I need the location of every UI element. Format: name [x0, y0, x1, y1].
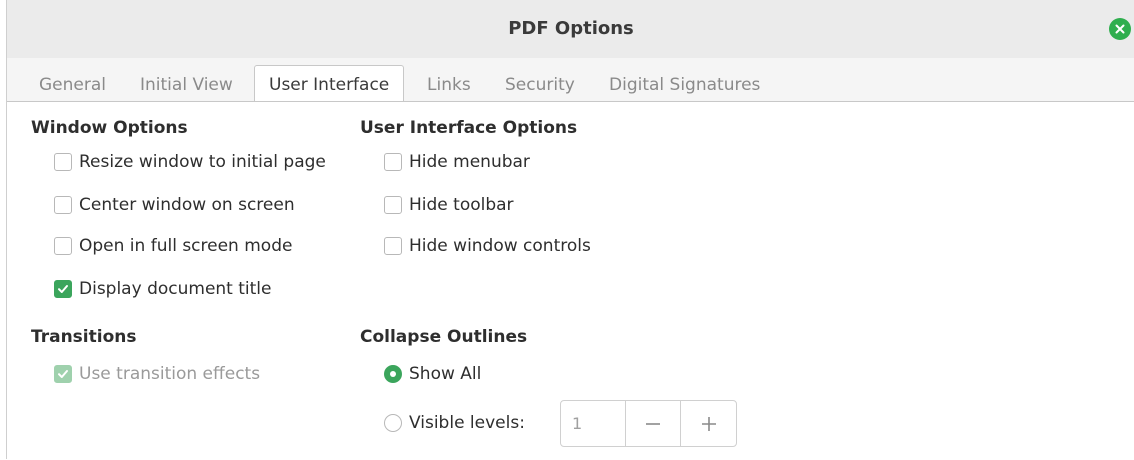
transition-effects-option[interactable]: Use transition effects	[54, 364, 260, 384]
tab-user-interface[interactable]: User Interface	[254, 65, 405, 103]
transitions-heading: Transitions	[31, 327, 137, 347]
center-window-label: Center window on screen	[79, 195, 295, 215]
checkmark-icon	[58, 370, 68, 378]
tab-general[interactable]: General	[37, 66, 108, 102]
close-icon	[1115, 24, 1125, 34]
transition-effects-checkbox[interactable]	[54, 365, 72, 383]
title-bar: PDF Options	[7, 0, 1134, 58]
collapse-outlines-heading: Collapse Outlines	[360, 327, 528, 347]
hide-toolbar-label: Hide toolbar	[409, 195, 514, 215]
hide-window-controls-checkbox[interactable]	[384, 237, 402, 255]
pdf-options-dialog: PDF Options General Initial View User In…	[6, 0, 1134, 460]
resize-window-checkbox[interactable]	[54, 153, 72, 171]
visible-levels-option[interactable]: Visible levels:	[384, 413, 525, 433]
center-window-checkbox[interactable]	[54, 196, 72, 214]
checkmark-icon	[58, 285, 68, 293]
resize-window-label: Resize window to initial page	[79, 152, 326, 172]
display-title-checkbox[interactable]	[54, 280, 72, 298]
show-all-radio[interactable]	[384, 365, 402, 383]
minus-icon	[646, 422, 660, 425]
transition-effects-label: Use transition effects	[79, 364, 261, 384]
visible-levels-radio[interactable]	[384, 414, 402, 432]
radio-dot	[390, 371, 396, 377]
show-all-option[interactable]: Show All	[384, 364, 481, 384]
increment-button[interactable]	[680, 401, 736, 446]
close-button[interactable]	[1109, 18, 1131, 40]
visible-levels-stepper: 1	[560, 400, 737, 447]
visible-levels-label: Visible levels:	[409, 413, 525, 433]
display-title-option[interactable]: Display document title	[54, 279, 271, 299]
hide-toolbar-checkbox[interactable]	[384, 196, 402, 214]
hide-menubar-checkbox[interactable]	[384, 153, 402, 171]
tab-links[interactable]: Links	[425, 66, 473, 102]
full-screen-label: Open in full screen mode	[79, 236, 293, 256]
tab-initial-view[interactable]: Initial View	[138, 66, 235, 102]
resize-window-option[interactable]: Resize window to initial page	[54, 152, 326, 172]
tab-bar: General Initial View User Interface Link…	[7, 65, 1134, 103]
user-interface-panel: Window Options Resize window to initial …	[7, 101, 1134, 460]
full-screen-option[interactable]: Open in full screen mode	[54, 236, 292, 256]
visible-levels-input[interactable]: 1	[561, 401, 625, 446]
show-all-label: Show All	[409, 364, 482, 384]
tab-security[interactable]: Security	[503, 66, 577, 102]
ui-options-heading: User Interface Options	[360, 118, 578, 138]
display-title-label: Display document title	[79, 279, 272, 299]
hide-toolbar-option[interactable]: Hide toolbar	[384, 195, 514, 215]
tab-digital-signatures[interactable]: Digital Signatures	[607, 66, 762, 102]
hide-window-controls-label: Hide window controls	[409, 236, 591, 256]
decrement-button[interactable]	[624, 401, 681, 446]
window-options-heading: Window Options	[31, 118, 188, 138]
center-window-option[interactable]: Center window on screen	[54, 195, 295, 215]
plus-icon	[701, 416, 716, 431]
full-screen-checkbox[interactable]	[54, 237, 72, 255]
hide-window-controls-option[interactable]: Hide window controls	[384, 236, 591, 256]
dialog-title: PDF Options	[508, 18, 634, 39]
hide-menubar-label: Hide menubar	[409, 152, 530, 172]
hide-menubar-option[interactable]: Hide menubar	[384, 152, 530, 172]
